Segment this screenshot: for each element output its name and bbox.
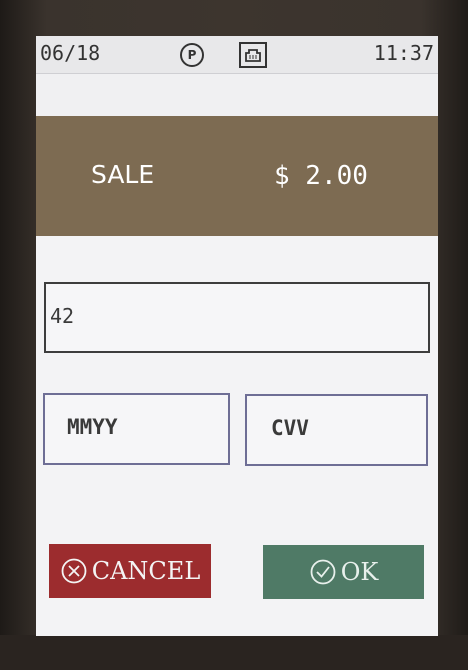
expiry-field[interactable]: MMYY bbox=[43, 393, 230, 465]
cancel-button[interactable]: CANCEL bbox=[49, 544, 211, 598]
terminal-screen: 06/18 P 11:37 SALE $ 2.00 42 MMYY CVV CA… bbox=[36, 36, 438, 636]
transaction-amount: $ 2.00 bbox=[274, 161, 368, 191]
transaction-header: SALE $ 2.00 bbox=[36, 116, 438, 236]
cvv-field[interactable]: CVV bbox=[245, 394, 428, 466]
check-circle-icon bbox=[309, 558, 337, 586]
status-time: 11:37 bbox=[373, 41, 434, 65]
network-port-icon bbox=[238, 41, 268, 69]
transaction-type: SALE bbox=[91, 160, 155, 189]
card-number-field[interactable]: 42 bbox=[44, 282, 430, 353]
x-circle-icon bbox=[60, 557, 88, 585]
p-circle-icon: P bbox=[180, 43, 204, 67]
device-bezel-bottom bbox=[0, 635, 468, 670]
status-bar: 06/18 P 11:37 bbox=[36, 36, 438, 74]
spacer-band bbox=[36, 74, 438, 116]
ok-button[interactable]: OK bbox=[263, 545, 424, 599]
ok-button-label: OK bbox=[340, 558, 379, 586]
cancel-button-label: CANCEL bbox=[91, 557, 201, 585]
status-date: 06/18 bbox=[40, 41, 101, 65]
